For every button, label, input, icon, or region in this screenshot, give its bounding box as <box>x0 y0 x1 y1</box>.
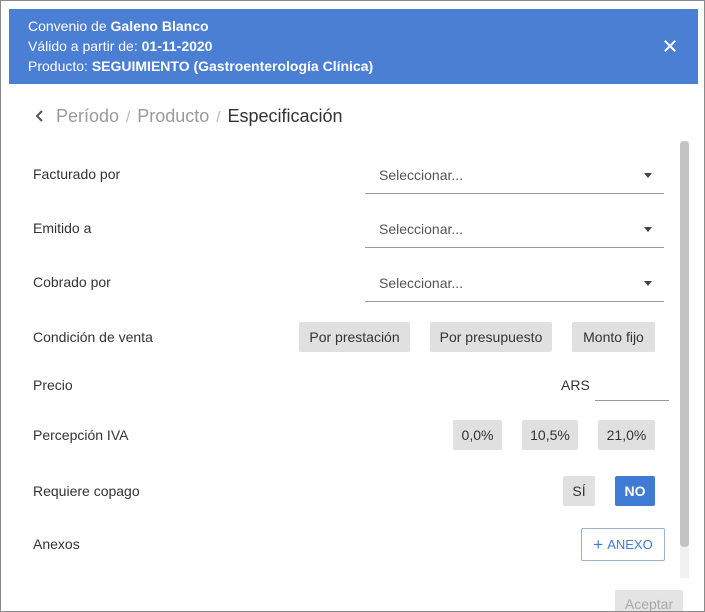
breadcrumb-separator: / <box>216 109 221 126</box>
chevron-left-icon <box>35 110 43 122</box>
precio-input[interactable] <box>595 374 669 401</box>
copago-no-button[interactable]: NO <box>615 476 655 506</box>
facturado-placeholder: Seleccionar... <box>379 167 464 183</box>
breadcrumb-especificacion: Especificación <box>227 106 343 126</box>
breadcrumb: Período / Producto / Especificación <box>34 104 343 128</box>
close-icon <box>664 40 676 52</box>
valid-from-date: 01-11-2020 <box>141 38 213 54</box>
emitido-select[interactable]: Seleccionar... <box>365 211 664 248</box>
agreement-prefix: Convenio de <box>28 18 107 34</box>
accept-button[interactable]: Aceptar <box>615 590 683 611</box>
product-line: Producto: SEGUIMIENTO (Gastroenterología… <box>28 57 373 75</box>
iva-label: Percepción IVA <box>33 427 129 443</box>
currency-label: ARS <box>561 377 590 393</box>
por-prestacion-button[interactable]: Por prestación <box>299 322 410 352</box>
caret-down-icon <box>644 281 652 286</box>
add-anexo-label: ANEXO <box>607 537 653 552</box>
agreement-line: Convenio de Galeno Blanco <box>28 17 209 35</box>
emitido-label: Emitido a <box>33 220 92 236</box>
iva-21-button[interactable]: 21,0% <box>598 420 655 450</box>
anexos-label: Anexos <box>33 536 80 552</box>
scrollbar[interactable] <box>680 141 689 578</box>
precio-label: Precio <box>33 377 73 393</box>
emitido-placeholder: Seleccionar... <box>379 221 464 237</box>
breadcrumb-producto[interactable]: Producto <box>137 106 209 126</box>
breadcrumb-periodo[interactable]: Período <box>56 106 119 126</box>
product-name: SEGUIMIENTO (Gastroenterología Clínica) <box>91 58 374 74</box>
back-button[interactable] <box>34 105 48 129</box>
close-button[interactable] <box>660 36 680 56</box>
product-prefix: Producto: <box>28 58 88 74</box>
facturado-label: Facturado por <box>33 166 121 182</box>
agreement-name: Galeno Blanco <box>110 18 209 34</box>
facturado-select[interactable]: Seleccionar... <box>365 157 664 194</box>
dialog-header: Convenio de Galeno Blanco Válido a parti… <box>9 9 698 84</box>
breadcrumb-separator: / <box>126 109 131 126</box>
dialog: Convenio de Galeno Blanco Válido a parti… <box>0 0 705 612</box>
condicion-label: Condición de venta <box>33 329 153 345</box>
cobrado-select[interactable]: Seleccionar... <box>365 265 664 302</box>
monto-fijo-button[interactable]: Monto fijo <box>572 322 655 352</box>
add-anexo-button[interactable]: + ANEXO <box>581 528 665 561</box>
copago-label: Requiere copago <box>33 483 140 499</box>
scrollbar-thumb[interactable] <box>680 141 689 547</box>
por-presupuesto-button[interactable]: Por presupuesto <box>430 322 552 352</box>
caret-down-icon <box>644 227 652 232</box>
plus-icon: + <box>593 535 604 554</box>
caret-down-icon <box>644 173 652 178</box>
cobrado-label: Cobrado por <box>33 274 111 290</box>
cobrado-placeholder: Seleccionar... <box>379 275 464 291</box>
iva-0-button[interactable]: 0,0% <box>453 420 502 450</box>
iva-10-5-button[interactable]: 10,5% <box>522 420 578 450</box>
copago-si-button[interactable]: SÍ <box>563 476 595 506</box>
valid-from-prefix: Válido a partir de: <box>28 38 138 54</box>
valid-from-line: Válido a partir de: 01-11-2020 <box>28 37 212 55</box>
